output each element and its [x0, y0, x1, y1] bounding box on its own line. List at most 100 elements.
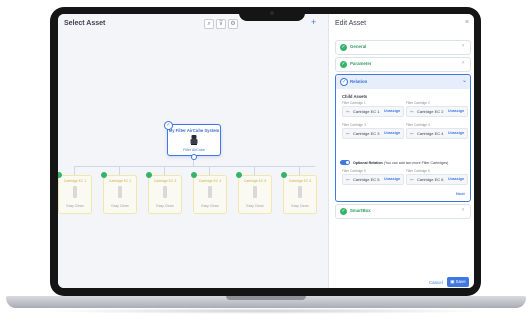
connector: [74, 166, 75, 175]
cartridge-icon: [73, 186, 77, 198]
asset-tree-panel: Select Asset ⌕ ⊽ ⚙ + My Filter AirCube S…: [58, 14, 328, 288]
slot-value: Cartridge EC 5: [353, 177, 380, 182]
slot-value: Cartridge EC 4: [417, 131, 444, 136]
connector: [119, 166, 120, 175]
link-icon: ⚯: [410, 177, 414, 182]
laptop-base-groove: [226, 296, 306, 300]
section-relation: ✓ Relation ⌄ Child Assets Filter Cartrid…: [335, 74, 471, 202]
chevron-down-icon: ⌄: [462, 78, 468, 84]
check-icon: ✓: [340, 208, 347, 215]
section-smartbox[interactable]: ✓ SmartBox ›: [335, 204, 471, 219]
section-parameter[interactable]: ✓ Parameter ›: [335, 57, 471, 72]
slot-label: Filter Cartridge 2: [406, 101, 430, 105]
section-label: General: [350, 44, 367, 49]
save-button[interactable]: ▣ Save: [447, 277, 469, 287]
check-icon: [281, 172, 287, 178]
chevron-right-icon: ›: [462, 60, 464, 66]
child-asset-node[interactable]: Cartridge EC 4 Easy Clean: [193, 175, 227, 214]
section-relation-header[interactable]: ✓ Relation ⌄: [336, 75, 470, 89]
laptop-shadow: [40, 308, 490, 314]
connector: [74, 166, 315, 167]
link-icon: ⚯: [346, 109, 350, 114]
unassign-button[interactable]: Unassign: [448, 131, 464, 135]
slot-field: ⚯ Cartridge EC 3 Unassign: [342, 128, 404, 139]
unassign-button[interactable]: Unassign: [448, 109, 464, 113]
panel-title: Edit Asset: [335, 20, 367, 27]
unassign-button[interactable]: Unassign: [384, 109, 400, 113]
child-asset-node[interactable]: Cartridge EC 2 Easy Clean: [103, 175, 137, 214]
section-label: Parameter: [350, 61, 372, 66]
check-icon: [236, 172, 242, 178]
add-asset-button[interactable]: +: [311, 17, 316, 27]
child-asset-title: Cartridge EC 5: [243, 179, 267, 183]
child-asset-title: Cartridge EC 4: [198, 179, 222, 183]
optional-relation-desc: (You can add two more Filter Cartridges): [383, 161, 449, 165]
connector: [209, 166, 210, 175]
check-icon: [146, 172, 152, 178]
edit-asset-panel: Edit Asset × ✓ General › ✓ Parameter › ✓…: [328, 14, 474, 288]
cartridge-icon: [163, 186, 167, 198]
toggle-knob: [346, 161, 349, 164]
optional-relation-toggle[interactable]: [340, 160, 350, 165]
check-icon: ✓: [164, 121, 173, 130]
chevron-right-icon: ›: [462, 43, 464, 49]
settings-icon[interactable]: ⚙: [228, 19, 238, 29]
slot-value: Cartridge EC 1: [353, 109, 380, 114]
check-icon: [191, 172, 197, 178]
slot-field: ⚯ Cartridge EC 2 Unassign: [406, 106, 468, 117]
slot-label: Filter Cartridge 4: [406, 123, 430, 127]
link-icon: ⚯: [346, 131, 350, 136]
child-asset-title: Cartridge EC 3: [153, 179, 177, 183]
slot-value: Cartridge EC 2: [417, 109, 444, 114]
link-icon: ⚯: [410, 131, 414, 136]
optional-relation-label: Optional Relation (You can add two more …: [353, 161, 448, 165]
parent-asset-type: Filter AirCube: [183, 148, 205, 152]
slot-value: Cartridge EC 6: [417, 177, 444, 182]
child-assets-heading: Child Assets: [342, 94, 368, 99]
unassign-button[interactable]: Unassign: [384, 131, 400, 135]
cartridge-icon: [208, 186, 212, 198]
filter-icon[interactable]: ⊽: [216, 19, 226, 29]
child-asset-type: Easy Clean: [66, 204, 84, 208]
slot-field: ⚯ Cartridge EC 5 Unassign: [342, 174, 404, 185]
slot-value: Cartridge EC 3: [353, 131, 380, 136]
cartridge-icon: [118, 186, 122, 198]
connector: [254, 166, 255, 175]
unassign-button[interactable]: Unassign: [384, 177, 400, 181]
unassign-button[interactable]: Unassign: [448, 177, 464, 181]
child-asset-title: Cartridge EC 6: [288, 179, 312, 183]
cancel-button[interactable]: Cancel: [429, 280, 443, 285]
check-icon: ✓: [340, 44, 347, 51]
child-asset-node[interactable]: Cartridge EC 3 Easy Clean: [148, 175, 182, 214]
optional-relation-title: Optional Relation: [353, 161, 383, 165]
parent-asset-title: My Filter AirCube System: [168, 128, 220, 133]
screen: Select Asset ⌕ ⊽ ⚙ + My Filter AirCube S…: [58, 14, 474, 288]
slot-label: Filter Cartridge 1: [342, 101, 366, 105]
cartridge-icon: [298, 186, 302, 198]
section-label: SmartBox: [350, 208, 371, 213]
camera-icon: [270, 11, 274, 15]
parent-asset-node[interactable]: My Filter AirCube System Filter AirCube: [167, 124, 221, 156]
child-asset-node[interactable]: Cartridge EC 6 Easy Clean: [283, 175, 317, 214]
search-icon[interactable]: ⌕: [204, 19, 214, 29]
child-asset-title: Cartridge EC 2: [108, 179, 132, 183]
child-asset-node[interactable]: Cartridge EC 5 Easy Clean: [238, 175, 272, 214]
slot-label: Filter Cartridge 6: [406, 169, 430, 173]
next-button[interactable]: Next: [456, 191, 465, 196]
child-asset-node[interactable]: Cartridge EC 1 Easy Clean: [58, 175, 92, 214]
section-label: Relation: [350, 79, 368, 84]
cartridge-icon: [253, 186, 257, 198]
child-asset-title: Cartridge EC 1: [63, 179, 87, 183]
child-asset-type: Easy Clean: [156, 204, 174, 208]
child-asset-type: Easy Clean: [111, 204, 129, 208]
check-icon: [101, 172, 107, 178]
child-asset-type: Easy Clean: [246, 204, 264, 208]
slot-field: ⚯ Cartridge EC 6 Unassign: [406, 174, 468, 185]
check-icon: ✓: [340, 78, 348, 86]
slot-field: ⚯ Cartridge EC 1 Unassign: [342, 106, 404, 117]
section-general[interactable]: ✓ General ›: [335, 40, 471, 55]
slot-field: ⚯ Cartridge EC 4 Unassign: [406, 128, 468, 139]
expand-handle[interactable]: [191, 154, 197, 160]
close-icon[interactable]: ×: [465, 19, 469, 26]
chevron-right-icon: ›: [462, 207, 464, 213]
